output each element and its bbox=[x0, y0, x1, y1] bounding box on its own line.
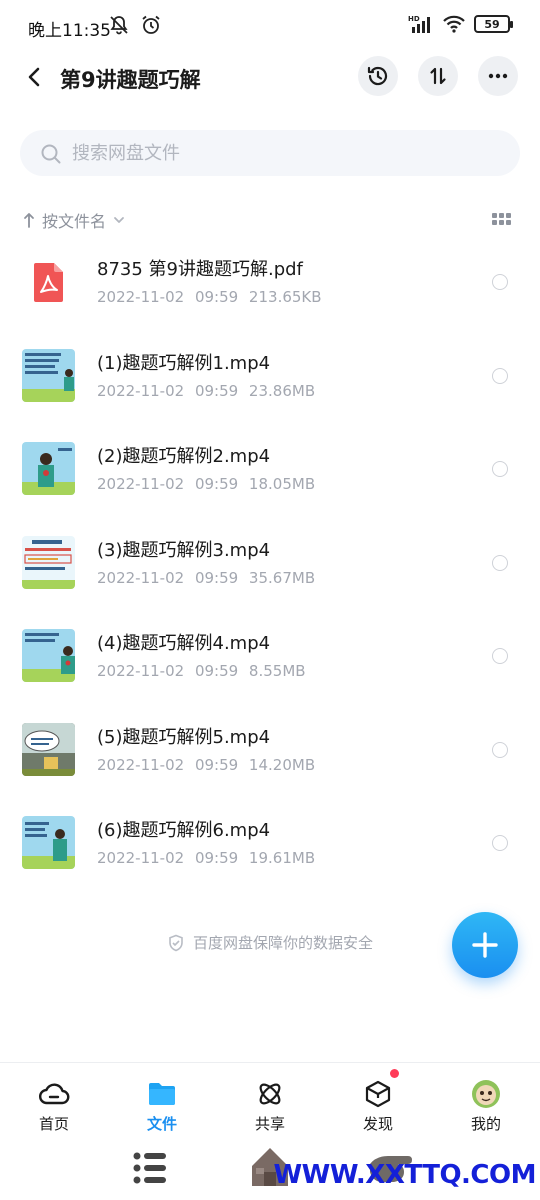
file-name: (5)趣题巧解例5.mp4 bbox=[97, 726, 271, 748]
list-item[interactable]: (2)趣题巧解例2.mp4 2022-11-02 09:59 18.05MB bbox=[0, 423, 540, 517]
file-name: (1)趣题巧解例1.mp4 bbox=[97, 352, 271, 374]
more-button[interactable] bbox=[478, 56, 518, 96]
bottom-nav: 首页 文件 共享 发现 我的 bbox=[0, 1062, 540, 1138]
plus-icon bbox=[472, 932, 498, 958]
chevron-down-icon bbox=[114, 217, 124, 223]
history-button[interactable] bbox=[358, 56, 398, 96]
status-time: 晚上11:35 bbox=[28, 21, 111, 41]
status-bar: 晚上11:35 HD 59 bbox=[0, 0, 540, 52]
file-name: (4)趣题巧解例4.mp4 bbox=[97, 633, 271, 654]
video-thumbnail bbox=[22, 442, 75, 495]
transfer-button[interactable] bbox=[418, 56, 458, 96]
file-meta: 2022-11-02 09:59 23.86MB bbox=[97, 381, 316, 400]
chevron-left-icon bbox=[28, 67, 40, 87]
nav-item-share[interactable]: 共享 bbox=[216, 1063, 324, 1138]
menu-list-icon[interactable] bbox=[132, 1148, 168, 1188]
video-thumbnail bbox=[22, 348, 75, 402]
file-meta: 2022-11-02 09:59 18.05MB bbox=[97, 475, 316, 493]
file-list: 8735 第9讲趣题巧解.pdf 2022-11-02 09:59 213.65… bbox=[0, 236, 540, 891]
watermark-text: WWW.XXTTQ.COM bbox=[273, 1160, 537, 1190]
nav-label: 文件 bbox=[146, 1115, 177, 1133]
select-radio[interactable] bbox=[492, 648, 508, 664]
signal-icon: HD bbox=[408, 15, 430, 33]
search-bar[interactable] bbox=[20, 130, 520, 176]
nav-label: 首页 bbox=[38, 1115, 69, 1133]
file-meta: 2022-11-02 09:59 35.67MB bbox=[97, 568, 316, 587]
video-thumbnail bbox=[22, 535, 75, 589]
select-radio[interactable] bbox=[492, 835, 508, 851]
nav-label: 共享 bbox=[254, 1115, 285, 1133]
file-meta: 2022-11-02 09:59 8.55MB bbox=[97, 662, 306, 680]
video-thumbnail bbox=[22, 629, 75, 682]
grid-view-toggle[interactable] bbox=[492, 213, 512, 227]
video-thumbnail bbox=[22, 816, 75, 869]
safety-text: 百度网盘保障你的数据安全 bbox=[192, 934, 373, 952]
atom-icon bbox=[259, 1083, 281, 1105]
avatar-icon bbox=[472, 1080, 500, 1108]
select-radio[interactable] bbox=[492, 274, 508, 290]
more-dots-icon bbox=[488, 73, 508, 79]
alarm-icon bbox=[142, 15, 160, 34]
system-nav-bar: WWW.XXTTQ.COM bbox=[0, 1138, 540, 1200]
header: 第9讲趣题巧解 bbox=[0, 52, 540, 104]
file-name: 8735 第9讲趣题巧解.pdf bbox=[97, 259, 303, 280]
file-meta: 2022-11-02 09:59 213.65KB bbox=[97, 288, 322, 306]
list-item[interactable]: (3)趣题巧解例3.mp4 2022-11-02 09:59 35.67MB bbox=[0, 517, 540, 611]
wifi-icon bbox=[443, 15, 465, 33]
sort-label: 按文件名 bbox=[42, 212, 107, 231]
sort-selector[interactable]: 按文件名 bbox=[22, 206, 126, 234]
nav-item-me[interactable]: 我的 bbox=[432, 1063, 540, 1138]
shield-icon bbox=[169, 934, 183, 951]
search-icon bbox=[41, 144, 61, 164]
select-radio[interactable] bbox=[492, 367, 508, 384]
nav-item-discover[interactable]: 发现 bbox=[324, 1063, 432, 1138]
status-icons-right: HD 59 bbox=[408, 14, 513, 34]
transfer-arrows-icon bbox=[430, 67, 446, 85]
list-item[interactable]: (4)趣题巧解例4.mp4 2022-11-02 09:59 8.55MB bbox=[0, 610, 540, 704]
sort-arrow-up-icon bbox=[24, 213, 34, 228]
file-name: (3)趣题巧解例3.mp4 bbox=[97, 539, 271, 561]
list-item[interactable]: (5)趣题巧解例5.mp4 2022-11-02 09:59 14.20MB bbox=[0, 704, 540, 798]
search-input[interactable] bbox=[72, 130, 492, 176]
status-icons-left bbox=[108, 14, 162, 36]
pdf-file-icon bbox=[22, 255, 75, 308]
bell-off-icon bbox=[110, 16, 128, 35]
file-name: (6)趣题巧解例6.mp4 bbox=[97, 820, 271, 841]
nav-label: 我的 bbox=[470, 1115, 501, 1133]
video-thumbnail bbox=[22, 722, 75, 776]
battery-indicator: 59 bbox=[474, 15, 513, 33]
nav-label: 发现 bbox=[362, 1115, 393, 1133]
file-name: (2)趣题巧解例2.mp4 bbox=[97, 446, 271, 467]
history-icon bbox=[367, 66, 388, 86]
select-radio[interactable] bbox=[492, 461, 508, 477]
select-radio[interactable] bbox=[492, 741, 508, 758]
add-button[interactable] bbox=[452, 912, 518, 978]
list-item[interactable]: (6)趣题巧解例6.mp4 2022-11-02 09:59 19.61MB bbox=[0, 797, 540, 891]
select-radio[interactable] bbox=[492, 554, 508, 571]
back-button[interactable] bbox=[20, 62, 50, 92]
svg-text:HD: HD bbox=[408, 15, 420, 23]
list-item[interactable]: 8735 第9讲趣题巧解.pdf 2022-11-02 09:59 213.65… bbox=[0, 236, 540, 330]
list-item[interactable]: (1)趣题巧解例1.mp4 2022-11-02 09:59 23.86MB bbox=[0, 330, 540, 424]
nav-item-files[interactable]: 文件 bbox=[108, 1063, 216, 1138]
nav-item-home[interactable]: 首页 bbox=[0, 1063, 108, 1138]
file-meta: 2022-11-02 09:59 14.20MB bbox=[97, 755, 316, 774]
cube-icon bbox=[365, 1080, 391, 1108]
folder-icon bbox=[149, 1083, 175, 1105]
file-meta: 2022-11-02 09:59 19.61MB bbox=[97, 849, 316, 867]
cloud-icon bbox=[39, 1083, 70, 1105]
notification-badge bbox=[390, 1069, 399, 1078]
page-title: 第9讲趣题巧解 bbox=[60, 68, 201, 92]
